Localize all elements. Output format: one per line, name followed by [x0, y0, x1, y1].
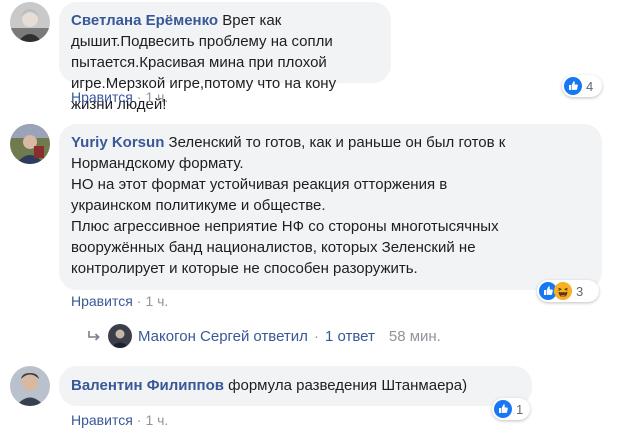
like-icon: [564, 77, 582, 95]
comment-author-2[interactable]: Yuriy Korsun: [71, 134, 164, 151]
reply-author-avatar-photo: [108, 324, 132, 348]
reaction-count-2: 3: [576, 283, 584, 299]
comment-bubble-3: Валентин Филиппов формула разведения Шта…: [59, 366, 532, 406]
avatar-valentin[interactable]: [10, 366, 50, 406]
reaction-count-3: 1: [516, 401, 524, 417]
comment-actions-3: Нравится · 1 ч.: [71, 411, 168, 429]
comment-bubble-2: Yuriy Korsun Зеленский то готов, как и р…: [59, 124, 602, 290]
comment-actions-2: Нравится · 1 ч.: [71, 292, 168, 310]
reactions-summary-1[interactable]: 4: [562, 75, 602, 97]
comment-author-1[interactable]: Светлана Ерёменко: [71, 12, 218, 29]
avatar-yuriy-photo: [10, 124, 50, 164]
avatar-svetlana-photo: [10, 2, 50, 42]
comment-actions-1: Нравится · 1 ч.: [71, 88, 168, 106]
like-icon: [494, 400, 512, 418]
avatar-svetlana[interactable]: [10, 2, 50, 42]
separator-dot: ·: [136, 412, 142, 428]
comment-text-2-line-5: вооружённых банд националистов, которых …: [71, 239, 476, 256]
reaction-count-1: 4: [586, 78, 594, 94]
comment-text-2-line-6: контролирует и которые не способен разор…: [71, 260, 418, 277]
reply-time: 58 мин.: [388, 327, 441, 345]
comment-bubble-1: Светлана Ерёменко Врет как дышит.Подвеси…: [59, 2, 391, 113]
comment-text-2-line-4: Плюс агрессивное неприятие НФ со стороны…: [71, 218, 499, 235]
comment-text-2-line-2: НО на этот формат устойчивая реакция отт…: [71, 176, 448, 193]
avatar-valentin-photo: [10, 366, 50, 406]
comment-time-1[interactable]: 1 ч.: [145, 89, 168, 105]
avatar-yuriy[interactable]: [10, 124, 50, 164]
like-button-2[interactable]: Нравится: [71, 293, 133, 309]
comment-time-2[interactable]: 1 ч.: [145, 293, 168, 309]
separator-dot: ·: [313, 327, 319, 345]
comment-time-3[interactable]: 1 ч.: [145, 412, 168, 428]
like-button-3[interactable]: Нравится: [71, 412, 133, 428]
separator-dot: ·: [136, 293, 142, 309]
like-button-1[interactable]: Нравится: [71, 89, 133, 105]
reply-arrow-icon: [88, 331, 100, 341]
comment-text-2-line-3: украинском политикуме и обществе.: [71, 197, 326, 214]
reactions-summary-3[interactable]: 1: [492, 398, 530, 420]
view-replies-link[interactable]: Макогон Сергей ответил · 1 ответ 58 мин.: [86, 324, 441, 348]
reactions-summary-2[interactable]: 3: [537, 280, 599, 302]
reply-action-label[interactable]: ответил: [253, 328, 308, 345]
reply-author-name[interactable]: Макогон Сергей: [138, 328, 249, 345]
reply-author-avatar: [108, 324, 132, 348]
separator-dot: ·: [136, 89, 142, 105]
reply-count[interactable]: 1 ответ: [325, 328, 375, 345]
comment-author-3[interactable]: Валентин Филиппов: [71, 377, 224, 394]
haha-icon: [554, 282, 572, 300]
comment-text-3: формула разведения Штанмаера): [228, 377, 468, 394]
